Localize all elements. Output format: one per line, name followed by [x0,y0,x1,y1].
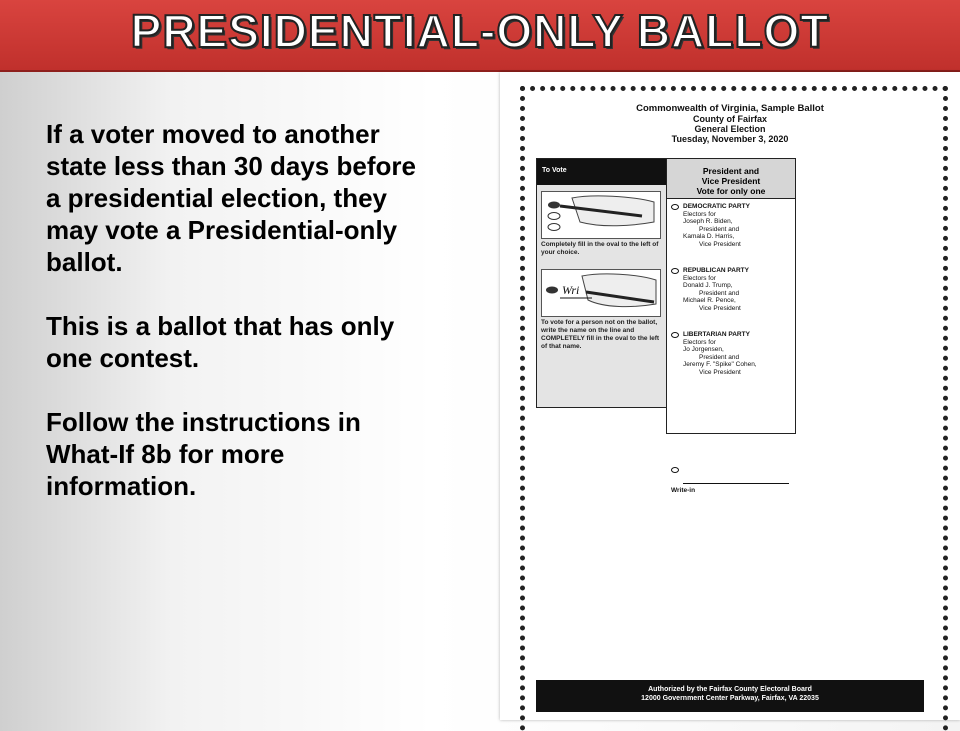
sample-ballot-image: Commonwealth of Virginia, Sample Ballot … [500,72,960,731]
paragraph-1: If a voter moved to another state less t… [46,119,416,277]
paragraph-3: Follow the instructions in What-If 8b fo… [46,407,361,501]
ballot-header: Commonwealth of Virginia, Sample Ballot … [600,103,860,145]
page-title: PRESIDENTIAL-ONLY BALLOT [130,4,830,58]
instructions-box: To Vote Completely fill in the oval to t… [536,158,670,408]
footer-line1: Authorized by the Fairfax County Elector… [648,686,812,693]
instructions-head: To Vote [537,159,669,185]
vice-president-name: Jeremy F. "Spike" Cohen, [683,361,757,368]
vice-president-role: Vice President [699,368,741,376]
president-role: President and [699,353,740,361]
ballot-header-line3: General Election [694,124,766,134]
candidate-oval [671,204,679,210]
vice-president-role: Vice President [699,240,741,248]
contest-president: President and Vice President Vote for on… [666,158,796,494]
contest-title-3: Vote for only one [696,186,766,196]
candidate-libertarian: LIBERTARIAN PARTY Electors for Jo Jorgen… [671,331,791,376]
president-role: President and [699,225,740,233]
write-in-line [683,483,789,484]
party-name: LIBERTARIAN PARTY [683,331,750,338]
vice-president-name: Michael R. Pence, [683,297,736,304]
contest-title-1: President and [702,166,760,176]
candidate-democratic: DEMOCRATIC PARTY Electors for Joseph R. … [671,203,791,248]
paragraph-2: This is a ballot that has only one conte… [46,311,395,373]
contest-head: President and Vice President Vote for on… [667,159,795,199]
ballot-header-line1: Commonwealth of Virginia, Sample Ballot [636,103,824,114]
vice-president-role: Vice President [699,304,741,312]
candidate-oval [671,268,679,274]
write-in-illustration: Wri [541,269,661,317]
party-name: DEMOCRATIC PARTY [683,203,750,210]
contest-title-2: Vice President [701,176,761,186]
electors-label: Electors for [683,210,716,218]
ballot-footer: Authorized by the Fairfax County Elector… [536,680,924,712]
electors-label: Electors for [683,274,716,282]
write-in-oval [671,467,679,473]
instruction-step2: To vote for a person not on the ballot, … [541,319,660,350]
footer-line2: 12000 Government Center Parkway, Fairfax… [641,695,819,702]
president-role: President and [699,289,740,297]
title-bar: PRESIDENTIAL-ONLY BALLOT [0,0,960,72]
ballot-header-line4: Tuesday, November 3, 2020 [671,134,789,144]
electors-label: Electors for [683,338,716,346]
body-text: If a voter moved to another state less t… [46,118,426,534]
president-name: Jo Jorgensen, [683,346,724,353]
president-name: Donald J. Trump, [683,282,733,289]
write-in-label: Write-in [671,487,696,494]
candidate-oval [671,332,679,338]
vice-president-name: Kamala D. Harris, [683,233,735,240]
instruction-step1: Completely fill in the oval to the left … [541,241,659,256]
president-name: Joseph R. Biden, [683,218,733,225]
ballot-header-line2: County of Fairfax [692,114,767,124]
candidate-republican: REPUBLICAN PARTY Electors for Donald J. … [671,267,791,312]
fill-oval-illustration [541,191,661,239]
party-name: REPUBLICAN PARTY [683,267,749,274]
write-sample-text: Wri [562,283,579,297]
